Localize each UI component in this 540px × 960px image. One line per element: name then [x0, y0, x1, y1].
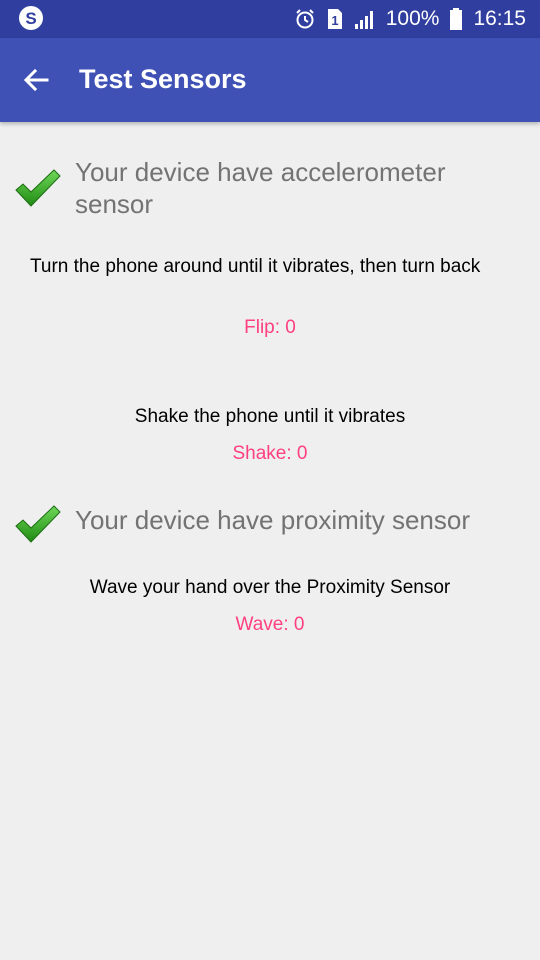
sim-slot-label: 1 [331, 13, 338, 28]
status-bar: S 1 100% 16:15 [0, 0, 540, 38]
wave-instruction: Wave your hand over the Proximity Sensor [89, 577, 451, 598]
app-bar: Test Sensors [0, 38, 540, 122]
proximity-title: Your device have proximity sensor [75, 505, 471, 535]
svg-text:S: S [25, 9, 36, 28]
accelerometer-title: Your device have accelerometer sensor [75, 157, 446, 219]
flip-instruction: Turn the phone around until it vibrates,… [30, 256, 481, 277]
flip-counter: Flip: 0 [244, 317, 296, 338]
battery-icon [449, 7, 463, 31]
clock: 16:15 [473, 7, 526, 30]
arrow-left-icon [23, 68, 49, 92]
check-icon [15, 169, 61, 207]
status-icons: 1 100% 16:15 [294, 0, 526, 38]
alarm-icon [294, 8, 316, 30]
shake-counter: Shake: 0 [232, 443, 308, 464]
back-button[interactable] [14, 58, 58, 102]
skype-icon: S [18, 5, 44, 31]
check-icon [15, 505, 61, 543]
battery-percent: 100% [385, 7, 440, 30]
signal-icon [354, 8, 376, 30]
sim-icon: 1 [326, 7, 344, 31]
shake-instruction: Shake the phone until it vibrates [134, 406, 406, 427]
wave-counter: Wave: 0 [235, 614, 305, 635]
page-title: Test Sensors [79, 64, 247, 94]
